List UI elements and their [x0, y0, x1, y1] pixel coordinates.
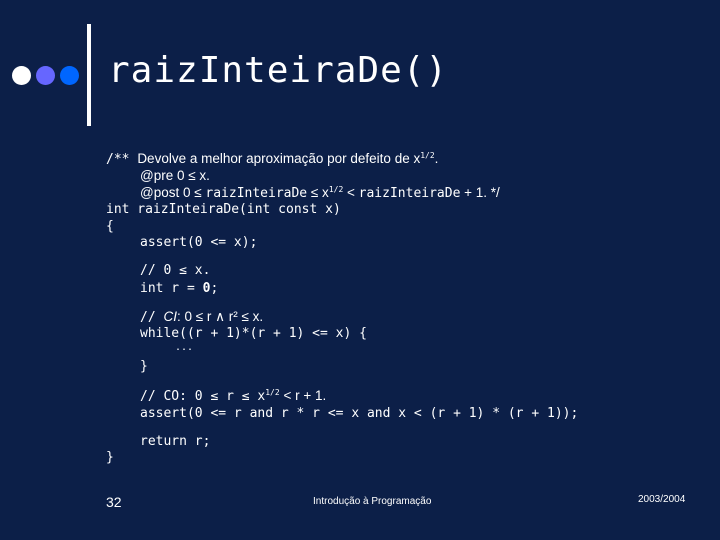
comment-invariant: // CI: 0 ≤ r ∧ r² ≤ x. — [140, 309, 264, 325]
bullet-lavender-icon — [36, 66, 55, 85]
slide-title: raizInteiraDe() — [108, 50, 449, 91]
function-signature: int raizInteiraDe(int const x) — [106, 202, 341, 217]
open-brace: { — [106, 219, 114, 234]
title-bullets — [12, 66, 79, 85]
bullet-white-icon — [12, 66, 31, 85]
academic-year: 2003/2004 — [638, 494, 686, 505]
bullet-blue-icon — [60, 66, 79, 85]
course-name: Introdução à Programação — [313, 496, 432, 507]
init-statement: int r = 0; — [140, 281, 219, 296]
loop-body-ellipsis: ... — [175, 342, 194, 353]
title-divider — [87, 24, 91, 126]
doc-comment-post: @post 0 ≤ raizInteiraDe ≤ x1/2 < raizInt… — [140, 185, 500, 201]
doc-comment-line-1: /** Devolve a melhor aproximação por def… — [106, 151, 439, 167]
close-brace: } — [106, 450, 114, 465]
while-loop: while((r + 1)*(r + 1) <= x) { — [140, 326, 367, 341]
close-while-brace: } — [140, 359, 148, 374]
doc-comment-pre: @pre 0 ≤ x. — [140, 168, 210, 183]
comment-precondition: // 0 ≤ x. — [140, 263, 211, 278]
comment-postcondition: // CO: 0 ≤ r ≤ x1/2 < r + 1. — [140, 388, 327, 404]
postcondition-assert: assert(0 <= r and r * r <= x and x < (r … — [140, 406, 579, 421]
precondition-assert: assert(0 <= x); — [140, 235, 258, 250]
return-statement: return r; — [140, 434, 211, 449]
page-number: 32 — [106, 494, 122, 510]
